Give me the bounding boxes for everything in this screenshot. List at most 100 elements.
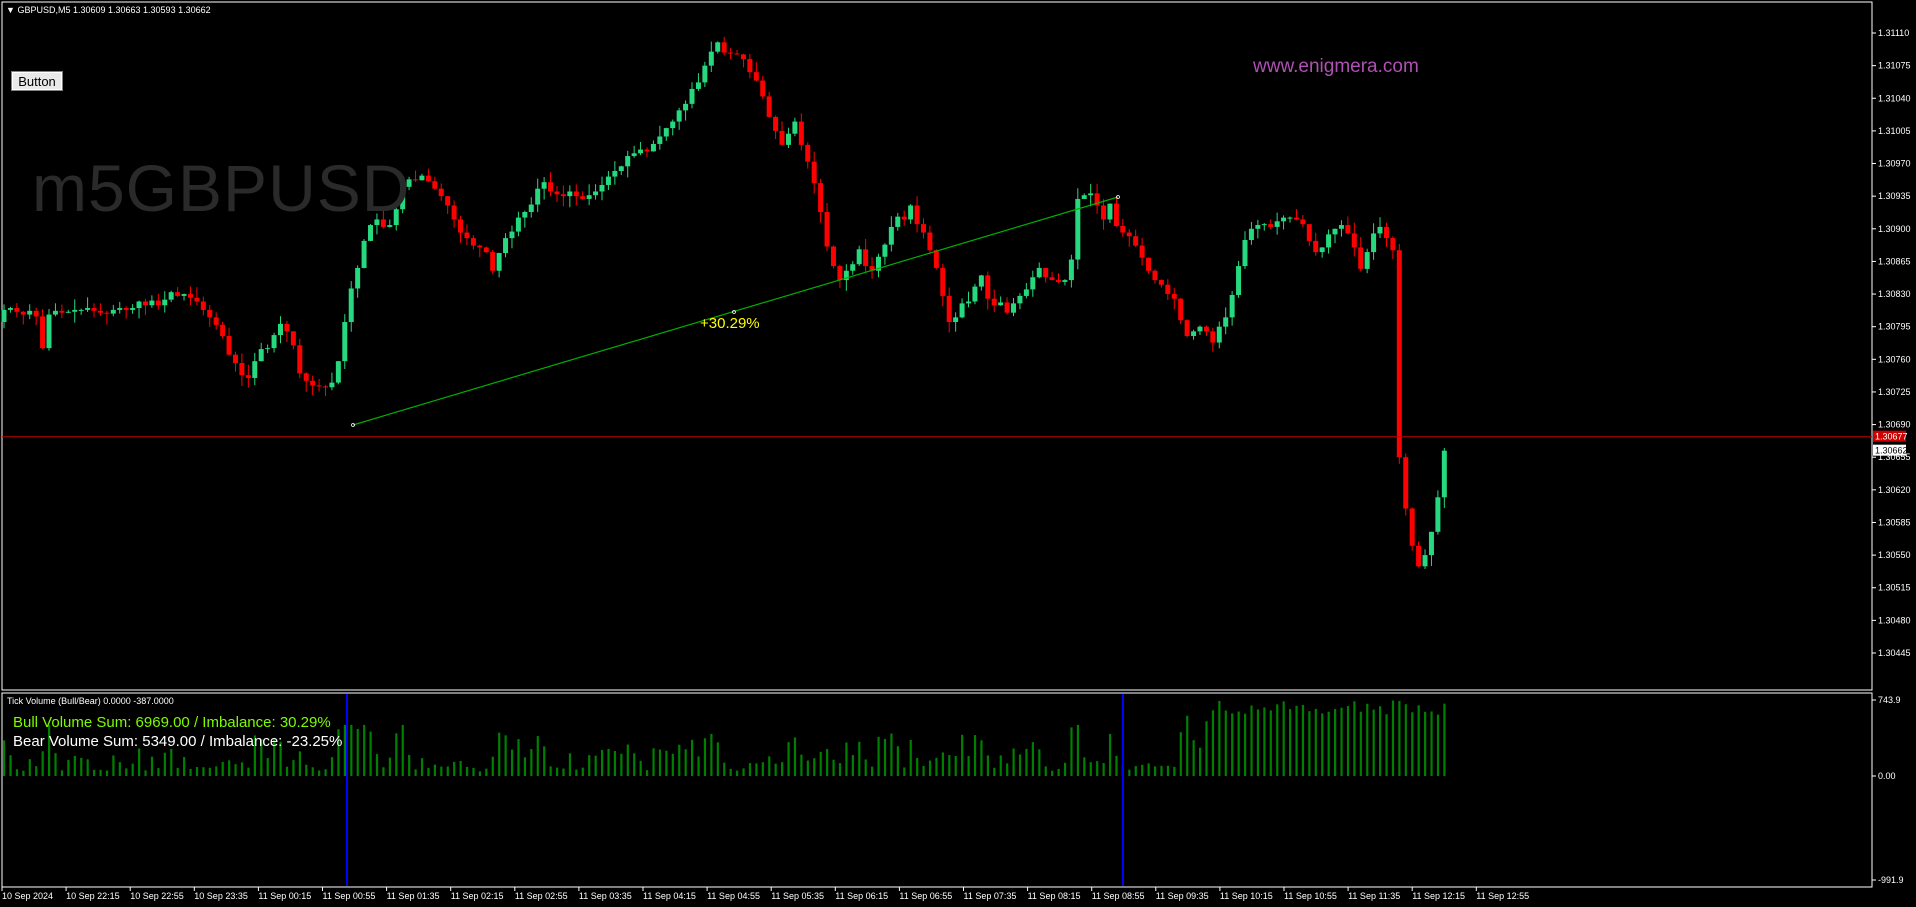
candle — [277, 316, 283, 344]
volume-bar-bull — [658, 749, 662, 776]
candle — [1101, 199, 1107, 230]
chevron-down-icon[interactable]: ▼ — [6, 5, 15, 15]
candle-body — [65, 311, 71, 313]
candle — [438, 183, 444, 201]
candle — [586, 184, 592, 206]
volume-bar-bull — [60, 770, 64, 776]
candle — [1223, 307, 1229, 335]
volume-bar-bull — [1256, 709, 1260, 776]
candle-body — [792, 121, 798, 134]
volume-bar-bull — [613, 750, 617, 776]
volume-bar-bull — [1057, 768, 1060, 776]
candle — [972, 283, 978, 305]
candle-body — [1338, 225, 1344, 229]
candle — [1113, 196, 1119, 227]
candle — [605, 170, 611, 190]
candle — [1088, 183, 1094, 207]
candle — [805, 142, 811, 169]
volume-bar-bull — [1006, 763, 1009, 776]
candle — [1210, 327, 1216, 352]
volume-bar-bull — [1250, 705, 1253, 776]
candle-body — [490, 252, 496, 271]
volume-bar-bull — [472, 767, 475, 776]
candle — [1242, 231, 1248, 269]
volume-bar-bull — [1282, 701, 1285, 776]
chart-button[interactable]: Button — [11, 71, 63, 91]
candle — [695, 73, 701, 91]
candle-body — [509, 231, 515, 239]
candle-body — [290, 331, 296, 346]
candle-body — [779, 130, 785, 145]
volume-bar-bull — [1301, 704, 1305, 776]
candle-body — [123, 308, 129, 310]
price-tick-label: 1.31005 — [1878, 126, 1911, 136]
candle-body — [1364, 252, 1370, 269]
candle-body — [297, 345, 303, 374]
symbol-label: GBPUSD,M5 — [17, 5, 71, 15]
volume-bar-bull — [1012, 748, 1015, 776]
imbalance-annotation: +30.29% — [700, 315, 760, 332]
candle — [316, 378, 322, 392]
volume-bar-bull — [324, 769, 327, 776]
volume-bar-bull — [504, 735, 507, 776]
candle-body — [785, 133, 791, 145]
candle — [1120, 218, 1126, 237]
candle-body — [207, 309, 213, 318]
candle — [1197, 325, 1203, 336]
candle — [515, 211, 521, 237]
volume-bar-bull — [1243, 713, 1247, 776]
price-tick-label: 1.30550 — [1878, 550, 1911, 560]
candle-body — [1081, 195, 1087, 199]
candle-body — [245, 375, 251, 378]
candle — [1313, 232, 1319, 256]
volume-bar-bull — [961, 734, 964, 776]
candle-body — [432, 181, 438, 189]
candle — [1146, 257, 1152, 274]
volume-bar-bull — [928, 760, 932, 776]
candle-body — [33, 310, 39, 317]
volume-bar-bull — [401, 724, 404, 776]
symbol-header[interactable]: ▼ GBPUSD,M5 1.30609 1.30663 1.30593 1.30… — [6, 5, 211, 15]
candle — [1017, 293, 1023, 310]
website-label[interactable]: www.enigmera.com — [1253, 56, 1419, 78]
candle-body — [953, 317, 959, 323]
candle-body — [91, 308, 97, 311]
volume-bar-bull — [575, 769, 578, 776]
candle-body — [567, 191, 573, 197]
candle-body — [985, 275, 991, 299]
candle-body — [200, 301, 206, 310]
candle — [837, 264, 843, 289]
candle-body — [496, 253, 502, 271]
candle-body — [258, 349, 264, 362]
candle — [753, 62, 759, 82]
candle — [998, 296, 1004, 306]
volume-bar-bull — [594, 755, 597, 776]
volume-bar-bull — [1186, 715, 1189, 776]
price-tick-label: 1.30725 — [1878, 387, 1911, 397]
candle — [548, 172, 554, 197]
candle-body — [361, 240, 367, 268]
candle — [7, 306, 13, 313]
price-chart[interactable]: +30.29% 1.31110 1.31075 1.31040 1.31005 1.30… — [0, 0, 1916, 907]
candle — [1056, 273, 1062, 284]
candle-body — [1428, 531, 1434, 556]
candle — [560, 185, 566, 207]
volume-bar-bull — [723, 762, 726, 776]
candle-body — [438, 188, 444, 197]
volume-bar-bull — [318, 770, 321, 776]
candle-body — [1396, 250, 1402, 458]
volume-bar-bull — [1018, 754, 1022, 776]
candle-body — [284, 323, 290, 332]
volume-bar-bull — [633, 753, 636, 776]
time-tick-label: 11 Sep 01:35 — [387, 891, 440, 901]
candle — [779, 121, 785, 146]
candle-body — [747, 59, 753, 73]
ohlc-values: 1.30609 1.30663 1.30593 1.30662 — [72, 5, 211, 15]
candle-body — [824, 212, 830, 247]
volume-bar-bull — [1269, 710, 1272, 776]
candle-body — [1216, 326, 1222, 343]
candle-body — [117, 308, 123, 310]
candle-body — [1351, 233, 1357, 248]
volume-bar-bull — [350, 724, 353, 776]
candle-body — [220, 324, 226, 337]
